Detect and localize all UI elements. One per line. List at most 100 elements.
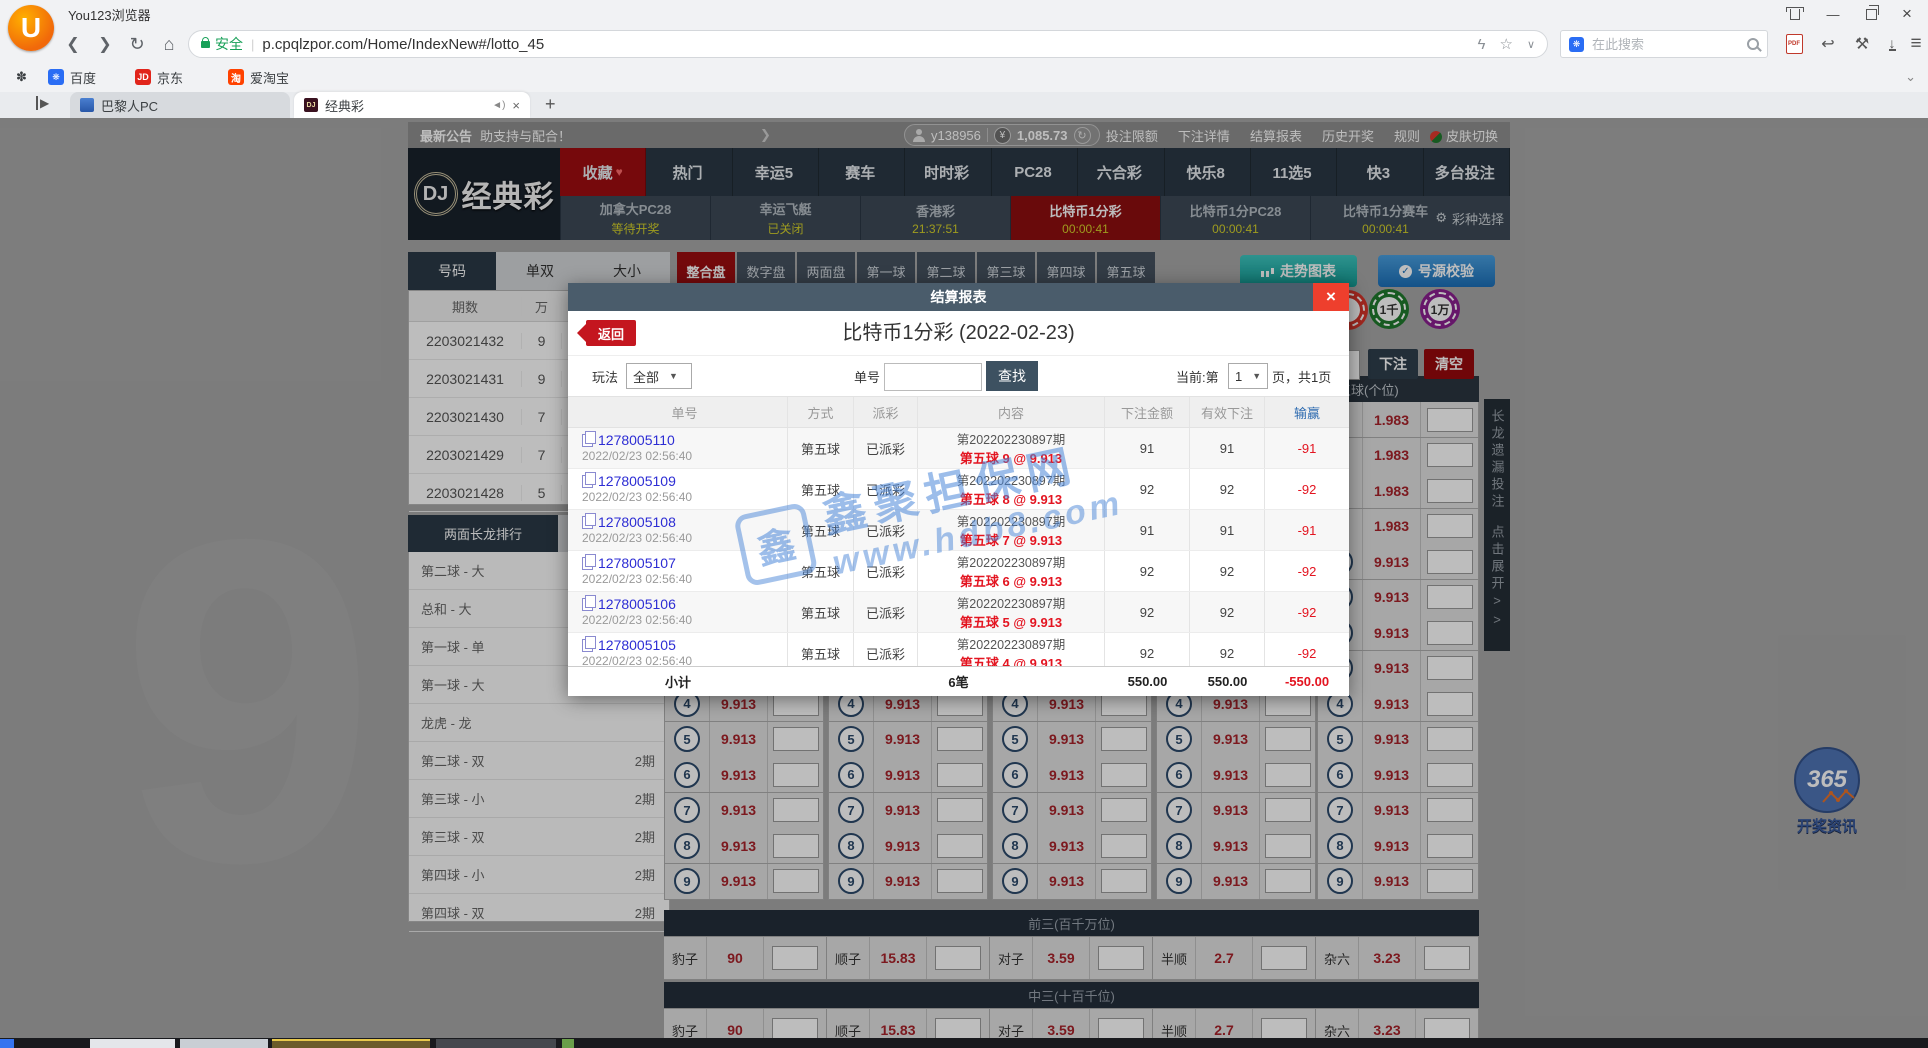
- tab-favicon-dj: DJ: [304, 98, 318, 112]
- bookmarks-bar: ✽ ❋ 百度 JD 京东 淘 爱淘宝 ⌄: [0, 62, 1928, 92]
- taskbar-window[interactable]: [90, 1039, 175, 1048]
- copy-icon[interactable]: [582, 598, 593, 611]
- chevron-down-icon[interactable]: ∨: [1527, 38, 1535, 51]
- valid-bet-cell: 92: [1190, 469, 1265, 509]
- jd-icon: JD: [135, 69, 151, 85]
- order-id: 1278005109: [598, 473, 676, 489]
- copy-icon[interactable]: [582, 434, 593, 447]
- th-valid-bet: 有效下注: [1190, 397, 1265, 427]
- settlement-report-modal: 结算报表 × 返回 比特币1分彩 (2022-02-23) 玩法 全部 ▼ 单号…: [568, 283, 1349, 695]
- restore-button[interactable]: [1858, 4, 1884, 24]
- order-link[interactable]: 1278005105: [582, 637, 787, 653]
- copy-icon[interactable]: [582, 475, 593, 488]
- report-row: 1278005106 2022/02/23 02:56:40 第五球 已派彩 第…: [568, 592, 1349, 633]
- reload-button[interactable]: ↻: [124, 31, 150, 57]
- order-link[interactable]: 1278005107: [582, 555, 787, 571]
- order-time: 2022/02/23 02:56:40: [582, 490, 787, 504]
- order-filter-label: 单号: [854, 367, 880, 386]
- period-line: 第202202230897期: [957, 470, 1065, 489]
- back-button[interactable]: ❮: [60, 31, 86, 57]
- th-content: 内容: [918, 397, 1105, 427]
- th-payout: 派彩: [854, 397, 918, 427]
- tab-label: 经典彩: [325, 96, 364, 115]
- home-button[interactable]: ⌂: [156, 31, 182, 57]
- bookmark-star-icon[interactable]: ☆: [1499, 35, 1512, 53]
- order-number-input[interactable]: [884, 363, 982, 391]
- undo-close-button[interactable]: ↩: [1816, 33, 1840, 55]
- valid-bet-cell: 91: [1190, 428, 1265, 468]
- address-bar[interactable]: 安全 | p.cpqlzpor.com/Home/IndexNew#/lotto…: [188, 30, 1548, 58]
- valid-bet-cell: 92: [1190, 551, 1265, 591]
- apps-grid-icon[interactable]: ✽: [16, 66, 27, 88]
- browser-logo-icon[interactable]: U: [8, 5, 54, 51]
- order-id: 1278005108: [598, 514, 676, 530]
- search-input[interactable]: [1590, 36, 1741, 53]
- tab-audio-icon[interactable]: ◄): [492, 100, 505, 111]
- quick-launch-icon[interactable]: ϟ: [1478, 36, 1486, 53]
- order-time: 2022/02/23 02:56:40: [582, 449, 787, 463]
- page-select[interactable]: 1 ▼: [1228, 363, 1268, 389]
- bookmark-baidu[interactable]: ❋ 百度: [48, 66, 96, 88]
- report-table-header: 单号 方式 派彩 内容 下注金额 有效下注 输赢: [568, 396, 1349, 428]
- tab-parisian-pc[interactable]: 巴黎人PC: [70, 92, 290, 118]
- taskbar-window[interactable]: [180, 1039, 268, 1048]
- taobao-icon: 淘: [228, 69, 244, 85]
- page-suffix: 页，共1页: [1272, 367, 1331, 386]
- report-row: 1278005107 2022/02/23 02:56:40 第五球 已派彩 第…: [568, 551, 1349, 592]
- copy-icon[interactable]: [582, 516, 593, 529]
- payout-cell: 已派彩: [854, 551, 918, 591]
- content-cell: 第202202230897期 第五球 7 @ 9.913: [918, 510, 1105, 550]
- modal-title: 结算报表: [931, 287, 987, 307]
- search-report-button[interactable]: 查找: [986, 361, 1038, 391]
- search-icon[interactable]: [1747, 38, 1759, 50]
- play-filter-select[interactable]: 全部 ▼: [626, 363, 692, 389]
- order-time: 2022/02/23 02:56:40: [582, 531, 787, 545]
- th-win-loss[interactable]: 输赢: [1265, 397, 1349, 427]
- lock-icon: [201, 41, 210, 48]
- minimize-button[interactable]: —: [1820, 4, 1846, 24]
- page-value: 1: [1235, 369, 1242, 384]
- save-pdf-button[interactable]: PDF: [1782, 33, 1806, 55]
- search-box[interactable]: ❋: [1560, 30, 1768, 58]
- close-window-button[interactable]: ×: [1894, 4, 1920, 24]
- order-link[interactable]: 1278005110: [582, 432, 787, 448]
- pick-line: 第五球 9 @ 9.913: [960, 448, 1062, 467]
- payout-cell: 已派彩: [854, 469, 918, 509]
- order-link[interactable]: 1278005108: [582, 514, 787, 530]
- bet-amount-cell: 91: [1105, 510, 1190, 550]
- order-id: 1278005107: [598, 555, 676, 571]
- order-cell: 1278005107 2022/02/23 02:56:40: [568, 551, 788, 591]
- bookmark-taobao[interactable]: 淘 爱淘宝: [228, 66, 289, 88]
- back-button-modal[interactable]: 返回: [586, 320, 636, 346]
- valid-bet-cell: 92: [1190, 592, 1265, 632]
- copy-icon[interactable]: [582, 639, 593, 652]
- order-link[interactable]: 1278005106: [582, 596, 787, 612]
- taskbar-start[interactable]: [0, 1039, 14, 1048]
- content-cell: 第202202230897期 第五球 9 @ 9.913: [918, 428, 1105, 468]
- pick-line: 第五球 6 @ 9.913: [960, 571, 1062, 590]
- tab-classic-lottery[interactable]: DJ 经典彩 ◄) ×: [294, 92, 530, 118]
- cleaner-button[interactable]: ⚒: [1850, 33, 1874, 55]
- tab-close-icon[interactable]: ×: [512, 98, 520, 113]
- win-loss-cell: -91: [1265, 510, 1349, 550]
- modal-close-button[interactable]: ×: [1313, 283, 1349, 311]
- subtotal-bet: 550.00: [1105, 667, 1190, 696]
- bookmark-jd[interactable]: JD 京东: [135, 66, 183, 88]
- forward-button[interactable]: ❯: [92, 31, 118, 57]
- copy-icon[interactable]: [582, 557, 593, 570]
- download-button[interactable]: ↓: [1880, 33, 1904, 55]
- th-bet-amount: 下注金额: [1105, 397, 1190, 427]
- order-link[interactable]: 1278005109: [582, 473, 787, 489]
- secure-label: 安全: [215, 34, 243, 54]
- bookmarks-toggle-icon[interactable]: ⌄: [1905, 66, 1916, 88]
- taskbar-window[interactable]: [272, 1039, 430, 1048]
- taskbar-window[interactable]: [436, 1039, 556, 1048]
- taskbar-window[interactable]: [562, 1039, 574, 1048]
- tab-expander-icon[interactable]: ▶: [36, 96, 49, 110]
- menu-button[interactable]: ≡: [1904, 33, 1928, 55]
- skin-theme-button[interactable]: [1782, 4, 1808, 24]
- th-order: 单号: [568, 397, 788, 427]
- pick-line: 第五球 5 @ 9.913: [960, 612, 1062, 631]
- new-tab-button[interactable]: +: [545, 94, 556, 115]
- report-table-body: 1278005110 2022/02/23 02:56:40 第五球 已派彩 第…: [568, 428, 1349, 674]
